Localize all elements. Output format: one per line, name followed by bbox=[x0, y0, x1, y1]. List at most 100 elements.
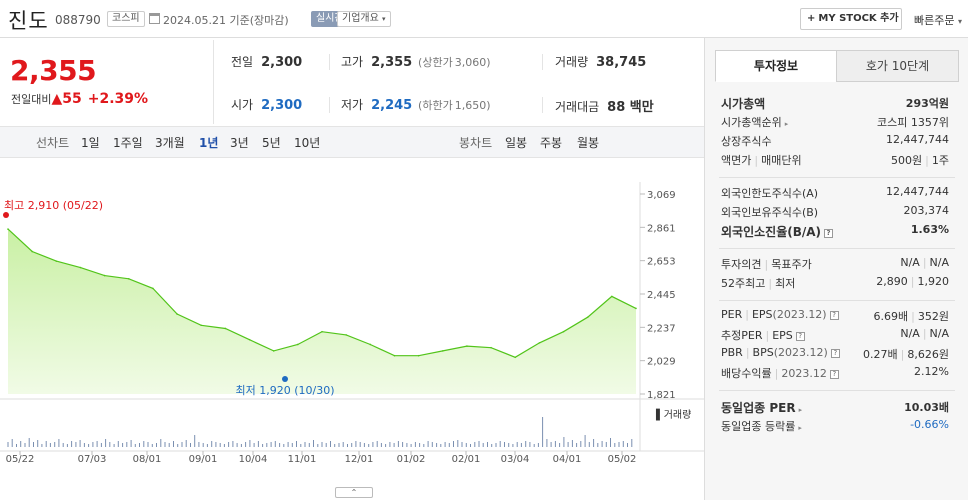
quick-order-label: 빠른주문 bbox=[914, 14, 955, 27]
help-icon[interactable]: ? bbox=[829, 311, 839, 320]
price-point bbox=[369, 343, 372, 346]
change-value: 55 bbox=[62, 91, 82, 107]
price-change: 전일대비▲55 +2.39% bbox=[11, 91, 148, 107]
tab-daily[interactable]: 일봉 bbox=[505, 134, 527, 151]
info-value: 0.27배 | 8,626원 bbox=[863, 346, 949, 362]
info-label-text: PER bbox=[721, 308, 743, 321]
info-label: 외국인한도주식수(A) bbox=[721, 187, 819, 200]
y-tick-label: 2,861 bbox=[647, 223, 676, 234]
tab-10y[interactable]: 10년 bbox=[294, 134, 320, 151]
company-info-dropdown[interactable]: 기업개요 ▾ bbox=[337, 11, 391, 27]
info-label-text: 배당수익률 bbox=[721, 367, 772, 380]
price-chart[interactable]: 3,069 2,861 2,653 2,445 2,237 2,029 1,821 05/2… bbox=[0, 160, 704, 500]
stat-prev-close: 전일 2,300 bbox=[231, 53, 302, 70]
line-chart-label: 선차트 bbox=[36, 136, 70, 150]
info-value: 2.12% bbox=[914, 365, 949, 378]
tab-3y[interactable]: 3년 bbox=[230, 134, 249, 151]
tab-1y[interactable]: 1년 bbox=[199, 134, 218, 151]
tab-1w[interactable]: 1주일 bbox=[113, 134, 143, 151]
row-foreign-hold: 외국인보유주식수(B) 203,374 bbox=[721, 204, 949, 222]
info-period: (2023.12) bbox=[772, 308, 827, 321]
tab-investment-info[interactable]: 투자정보 bbox=[715, 50, 837, 82]
divider: | bbox=[754, 154, 759, 167]
mystock-label: MY STOCK 추가 bbox=[818, 13, 899, 24]
chart-collapse-handle[interactable]: ⌃ bbox=[335, 487, 373, 498]
info-label-text: 매매단위 bbox=[761, 154, 802, 167]
price-point bbox=[224, 327, 227, 330]
tab-1d[interactable]: 1일 bbox=[81, 134, 100, 151]
tab-weekly[interactable]: 주봉 bbox=[540, 134, 562, 151]
lower-limit-label: (하한가 bbox=[418, 99, 453, 112]
info-label: 외국인소진율(B/A)? bbox=[721, 223, 834, 240]
x-tick-label: 05/02 bbox=[608, 454, 637, 465]
info-value: 1.63% bbox=[910, 223, 949, 236]
current-price: 2,355 bbox=[10, 54, 97, 87]
row-per-eps: PER | EPS(2023.12)? 6.69배 | 352원 bbox=[721, 308, 949, 326]
price-point bbox=[103, 274, 106, 277]
info-label: 추정PER | EPS? bbox=[721, 327, 805, 343]
y-tick-label: 2,237 bbox=[647, 323, 676, 334]
info-value-text: N/A bbox=[900, 327, 920, 340]
help-icon[interactable]: ? bbox=[830, 349, 840, 358]
help-icon[interactable]: ? bbox=[795, 332, 805, 341]
info-period: (2023.12) bbox=[773, 346, 828, 359]
info-label: PBR | BPS(2023.12)? bbox=[721, 346, 840, 359]
caret-right-icon: ▸ bbox=[784, 120, 789, 128]
x-tick-label: 03/04 bbox=[501, 454, 530, 465]
stat-label: 고가 bbox=[341, 55, 364, 69]
info-value-text: 352원 bbox=[917, 310, 949, 323]
stat-amount: 거래대금 88 백만 bbox=[555, 96, 654, 115]
row-pbr-bps: PBR | BPS(2023.12)? 0.27배 | 8,626원 bbox=[721, 346, 949, 364]
y-tick-label: 2,445 bbox=[647, 290, 676, 301]
info-label-text: 52주최고 bbox=[721, 277, 766, 290]
divider bbox=[542, 97, 543, 113]
quick-order-button[interactable]: 빠른주문 ▾ bbox=[914, 12, 962, 28]
stat-label: 시가 bbox=[231, 98, 254, 112]
price-point bbox=[562, 330, 565, 333]
info-value-text: N/A bbox=[900, 256, 920, 269]
help-icon[interactable]: ? bbox=[824, 229, 834, 238]
stat-value: 88 백만 bbox=[607, 100, 654, 115]
price-point bbox=[586, 316, 589, 319]
info-label: 시가총액순위 ▸ bbox=[721, 114, 788, 130]
info-value-text: 0.27배 bbox=[863, 348, 898, 361]
divider: | bbox=[900, 348, 905, 361]
divider bbox=[329, 97, 330, 113]
info-value: 10.03배 bbox=[904, 401, 949, 414]
price-chart-svg: 3,069 2,861 2,653 2,445 2,237 2,029 1,821 05/2… bbox=[0, 182, 704, 465]
info-value: 500원 | 1주 bbox=[891, 152, 949, 168]
lower-limit-value: 1,650) bbox=[454, 99, 491, 112]
chevron-down-icon: ▾ bbox=[957, 17, 962, 26]
divider bbox=[542, 54, 543, 70]
tab-monthly[interactable]: 월봉 bbox=[577, 134, 599, 151]
info-value-text: 8,626원 bbox=[907, 348, 949, 361]
info-value: 코스피 1357위 bbox=[877, 116, 949, 129]
tab-5y[interactable]: 5년 bbox=[262, 134, 281, 151]
info-label-text: 외국인소진율(B/A) bbox=[721, 225, 822, 239]
price-point bbox=[7, 228, 9, 230]
price-point bbox=[635, 307, 637, 310]
x-tick-label: 05/22 bbox=[6, 454, 35, 465]
add-mystock-button[interactable]: + MY STOCK 추가 bbox=[800, 8, 902, 30]
tab-orderbook[interactable]: 호가 10단계 bbox=[836, 50, 959, 82]
info-label: 시가총액 bbox=[721, 97, 766, 111]
price-point bbox=[272, 350, 275, 352]
stock-header: 진도 088790 코스피 2024.05.21 기준(장마감) 실시간 기업개… bbox=[0, 0, 968, 38]
tab-3m[interactable]: 3개월 bbox=[155, 134, 185, 151]
up-arrow-icon: ▲ bbox=[51, 91, 63, 107]
divider: | bbox=[745, 346, 750, 359]
section-divider bbox=[719, 390, 955, 391]
price-point bbox=[490, 346, 492, 349]
help-icon[interactable]: ? bbox=[829, 370, 839, 379]
price-point bbox=[152, 287, 154, 290]
x-tick-label: 02/01 bbox=[452, 454, 481, 465]
stat-value: 2,245 bbox=[371, 98, 413, 113]
info-value: 203,374 bbox=[903, 204, 950, 217]
info-value-text: N/A bbox=[929, 327, 949, 340]
max-marker bbox=[3, 212, 9, 218]
info-label: 배당수익률 | 2023.12? bbox=[721, 365, 839, 381]
info-value: 2,890 | 1,920 bbox=[876, 275, 949, 288]
row-foreign-ratio: 외국인소진율(B/A)? 1.63% bbox=[721, 223, 949, 241]
chart-period-tabs: 선차트 1일 1주일 3개월 1년 3년 5년 10년 봉차트 일봉 주봉 월봉 bbox=[0, 126, 704, 158]
info-label-text: 투자의견 bbox=[721, 258, 762, 271]
